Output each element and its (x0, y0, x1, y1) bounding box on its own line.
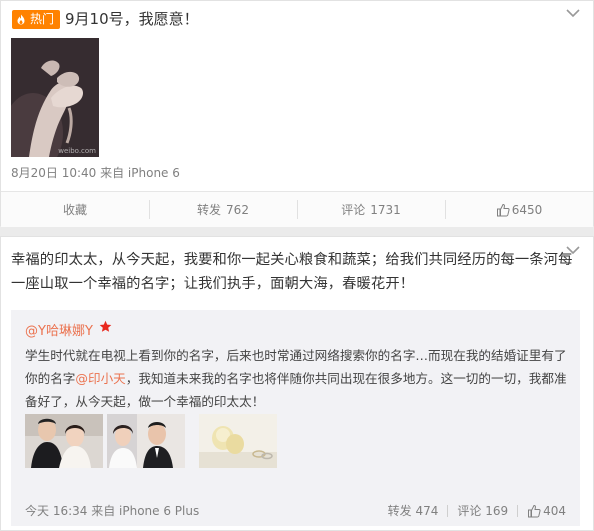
post-meta[interactable]: 8月20日 10:40 来自 iPhone 6 (11, 164, 180, 181)
thumbs-up-icon (496, 203, 510, 216)
repost-count: 762 (226, 202, 249, 217)
like-count: 6450 (511, 202, 543, 217)
original-comment-count: 169 (485, 504, 509, 518)
repost-label: 转发 (197, 203, 222, 217)
original-post-text: 学生时代就在电视上看到你的名字，后来也时常通过网络搜索你的名字…而现在我的结婚证… (25, 344, 570, 413)
reposted-original-post[interactable]: @Y哈琳娜Y 学生时代就在电视上看到你的名字，后来也时常通过网络搜索你的名字…而… (11, 310, 580, 526)
original-photo-2[interactable] (107, 414, 185, 468)
original-comment-label: 评论 (457, 504, 482, 518)
weibo-post-card-1: 热门 9月10号，我愿意！ weibo.com 8月20日 10:40 来自 i… (0, 0, 594, 227)
hot-badge[interactable]: 热门 (12, 10, 61, 29)
fire-icon (17, 14, 25, 24)
favorite-label: 收藏 (62, 203, 87, 217)
favorite-button[interactable]: 收藏 (1, 192, 149, 227)
original-photo-1[interactable] (25, 414, 103, 468)
comment-label: 评论 (341, 203, 366, 217)
original-photo-3[interactable] (199, 414, 277, 468)
hot-badge-label: 热门 (30, 12, 55, 26)
repost-button[interactable]: 转发 762 (149, 192, 297, 227)
thumbs-up-icon (528, 504, 541, 517)
original-repost-button[interactable]: 转发 474 (388, 502, 439, 519)
comment-count: 1731 (370, 202, 401, 217)
image-watermark: weibo.com (58, 147, 96, 155)
divider (517, 504, 519, 517)
star-badge-icon (99, 320, 112, 332)
original-post-meta[interactable]: 今天 16:34 来自 iPhone 6 Plus (25, 502, 199, 519)
original-like-count: 404 (543, 503, 566, 518)
mention-link[interactable]: @印小天 (75, 371, 125, 386)
original-repost-label: 转发 (387, 504, 412, 518)
chevron-down-icon[interactable] (564, 6, 582, 20)
original-author-link[interactable]: @Y哈琳娜Y (25, 320, 93, 339)
post-action-bar: 收藏 转发 762 评论 1731 6450 (1, 191, 593, 227)
comment-button[interactable]: 评论 1731 (297, 192, 445, 227)
original-comment-button[interactable]: 评论 169 (457, 502, 508, 519)
post-title: 9月10号，我愿意！ (65, 10, 199, 28)
original-post-actions: 转发 474 评论 169 404 (388, 502, 566, 519)
like-button[interactable]: 6450 (445, 192, 593, 227)
post-body-text: 幸福的印太太，从今天起，我要和你一起关心粮食和蔬菜；给我们共同经历的每一条河每一… (11, 252, 573, 292)
original-repost-count: 474 (415, 504, 439, 518)
post-image-thumbnail[interactable]: weibo.com (11, 38, 99, 157)
divider (447, 504, 449, 517)
original-like-button[interactable]: 404 (527, 504, 566, 518)
